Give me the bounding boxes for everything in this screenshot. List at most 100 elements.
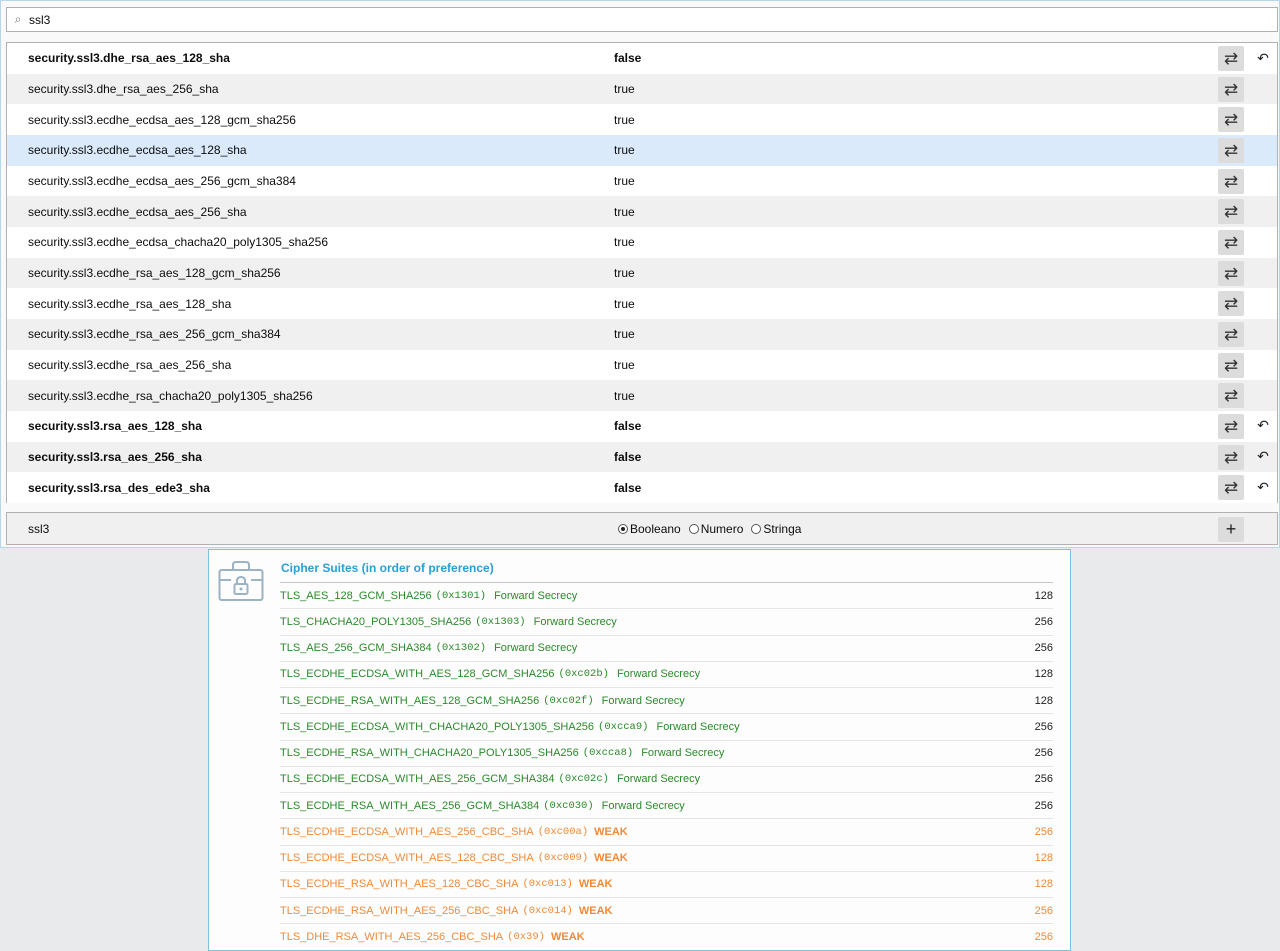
cipher-suite-row: TLS_AES_128_GCM_SHA256 (0x1301) Forward Se… (280, 583, 1053, 610)
add-button[interactable]: + (1218, 517, 1244, 542)
pref-value: true (614, 143, 635, 158)
toggle-button[interactable]: ⇄ (1218, 199, 1244, 225)
toggle-icon: ⇄ (1223, 232, 1239, 252)
toggle-button[interactable]: ⇄ (1218, 291, 1244, 317)
pref-row[interactable]: security.ssl3.ecdhe_rsa_aes_128_sha true ⇄ (7, 288, 1277, 319)
pref-row[interactable]: security.ssl3.ecdhe_ecdsa_aes_256_sha tru… (7, 196, 1277, 227)
radio-label: Booleano (630, 521, 681, 536)
suite-name: TLS_ECDHE_RSA_WITH_AES_128_GCM_SHA256 (280, 694, 540, 707)
reset-icon: ↶ (1257, 448, 1269, 465)
toggle-button[interactable]: ⇄ (1218, 475, 1244, 501)
suite-name: TLS_ECDHE_RSA_WITH_AES_128_CBC_SHA (280, 878, 519, 891)
suite-code: (0xc009) (537, 852, 589, 865)
cipher-suite-row: TLS_ECDHE_RSA_WITH_AES_256_GCM_SHA384 (0x… (280, 793, 1053, 820)
pref-row[interactable]: security.ssl3.rsa_aes_128_sha false ⇄ ↶ (7, 410, 1277, 442)
suite-code: (0xc030) (543, 799, 594, 812)
suite-name: TLS_CHACHA20_POLY1305_SHA256 (280, 615, 472, 628)
cipher-suite-row: TLS_ECDHE_ECDSA_WITH_CHACHA20_POLY1305_S… (280, 714, 1053, 741)
pref-row[interactable]: security.ssl3.rsa_des_ede3_sha false ⇄ ↶ (7, 472, 1277, 503)
toggle-button[interactable]: ⇄ (1218, 229, 1244, 255)
toggle-button[interactable]: ⇄ (1218, 76, 1244, 102)
toggle-button[interactable]: ⇄ (1218, 137, 1244, 163)
toggle-button[interactable]: ⇄ (1218, 46, 1244, 71)
pref-value: true (614, 327, 635, 342)
type-radio-booleano[interactable]: Booleano (618, 522, 681, 536)
suite-code: (0xc02c) (558, 773, 609, 786)
key-bits: 256 (1034, 615, 1053, 628)
pref-value: true (614, 112, 635, 127)
pref-value: true (614, 173, 635, 188)
reset-button[interactable]: ↶ (1254, 49, 1272, 67)
reset-icon: ↶ (1257, 417, 1269, 434)
suite-name: TLS_DHE_RSA_WITH_AES_256_CBC_SHA (280, 931, 504, 944)
toggle-button[interactable]: ⇄ (1218, 444, 1244, 470)
key-bits: 128 (1034, 694, 1053, 707)
pref-row[interactable]: security.ssl3.ecdhe_rsa_aes_128_gcm_sha2… (7, 257, 1277, 289)
suite-tag: WEAK (578, 904, 613, 917)
cipher-suite-row: TLS_CHACHA20_POLY1305_SHA256 (0x1303) Forw… (280, 609, 1053, 636)
pref-name: security.ssl3.rsa_des_ede3_sha (28, 480, 210, 495)
cipher-suite-row: TLS_ECDHE_RSA_WITH_AES_128_GCM_SHA256 (0x… (280, 688, 1053, 715)
suite-code: (0x1303) (475, 615, 526, 628)
search-input[interactable] (29, 12, 1229, 27)
pref-row[interactable]: security.ssl3.ecdhe_rsa_aes_256_sha true ⇄ (7, 349, 1277, 381)
search-box[interactable]: ⌕ (6, 7, 1278, 32)
toggle-button[interactable]: ⇄ (1218, 260, 1244, 286)
key-bits: 128 (1034, 668, 1053, 681)
toggle-icon: ⇄ (1223, 386, 1239, 406)
cipher-suite-row: TLS_ECDHE_RSA_WITH_AES_128_CBC_SHA (0xc01… (280, 872, 1053, 898)
toggle-button[interactable]: ⇄ (1218, 168, 1244, 194)
toggle-icon: ⇄ (1223, 263, 1239, 283)
pref-row[interactable]: security.ssl3.ecdhe_ecdsa_chacha20_poly1… (7, 226, 1277, 258)
suite-code: (0xc02b) (558, 668, 609, 681)
pref-row[interactable]: security.ssl3.ecdhe_ecdsa_aes_128_sha tru… (7, 134, 1277, 166)
toggle-icon: ⇄ (1223, 416, 1239, 436)
suite-code: (0x1301) (435, 589, 487, 602)
toggle-button[interactable]: ⇄ (1218, 413, 1244, 439)
key-bits: 256 (1034, 773, 1053, 786)
suite-code: (0x1302) (435, 642, 487, 655)
toggle-icon: ⇄ (1223, 79, 1239, 99)
type-radio-numero[interactable]: Numero (688, 522, 743, 536)
pref-row[interactable]: security.ssl3.ecdhe_ecdsa_aes_256_gcm_sh… (7, 165, 1277, 197)
toggle-icon: ⇄ (1223, 355, 1239, 375)
toggle-button[interactable]: ⇄ (1218, 383, 1244, 409)
radio-label: Stringa (763, 521, 802, 536)
cipher-suite-row: TLS_AES_256_GCM_SHA384 (0x1302) Forward Se… (280, 636, 1053, 662)
key-bits: 256 (1034, 825, 1053, 838)
pref-value: true (614, 81, 635, 96)
pref-row[interactable]: security.ssl3.ecdhe_rsa_aes_256_gcm_sha3… (7, 318, 1277, 350)
radio-circle (751, 523, 762, 534)
toggle-icon: ⇄ (1223, 49, 1239, 68)
toggle-button[interactable]: ⇄ (1218, 352, 1244, 378)
pref-value: true (614, 265, 635, 280)
cipher-suite-list: TLS_AES_128_GCM_SHA256 (0x1301) Forward Se… (280, 583, 1053, 951)
suite-tag: Forward Secrecy (641, 747, 725, 760)
pref-name: security.ssl3.ecdhe_ecdsa_chacha20_poly1… (28, 235, 328, 250)
pref-row[interactable]: security.ssl3.dhe_rsa_aes_128_sha false ⇄ ↶ (7, 43, 1277, 74)
pref-value: false (614, 419, 642, 434)
cipher-suites-title: Cipher Suites (in order of preference) (281, 561, 494, 575)
type-radio-stringa[interactable]: Stringa (751, 522, 801, 536)
suite-code: (0xc013) (522, 878, 573, 891)
reset-button[interactable]: ↶ (1254, 417, 1272, 435)
pref-name: security.ssl3.rsa_aes_256_sha (28, 449, 202, 464)
toggle-button[interactable]: ⇄ (1218, 107, 1244, 133)
toggle-icon: ⇄ (1223, 324, 1239, 344)
pref-name: security.ssl3.ecdhe_rsa_chacha20_poly130… (28, 388, 313, 403)
pref-row[interactable]: security.ssl3.rsa_aes_256_sha false ⇄ ↶ (7, 441, 1277, 473)
suite-name: TLS_ECDHE_ECDSA_WITH_AES_256_CBC_SHA (280, 825, 534, 838)
suite-tag: Forward Secrecy (533, 615, 617, 628)
reset-icon: ↶ (1257, 478, 1269, 495)
pref-name: security.ssl3.dhe_rsa_aes_128_sha (28, 51, 230, 66)
pref-name: security.ssl3.ecdhe_rsa_aes_128_sha (28, 296, 232, 311)
pref-row[interactable]: security.ssl3.ecdhe_rsa_chacha20_poly130… (7, 380, 1277, 411)
radio-circle (688, 523, 699, 534)
reset-button[interactable]: ↶ (1254, 478, 1272, 496)
suite-name: TLS_ECDHE_RSA_WITH_CHACHA20_POLY1305_SHA… (280, 747, 579, 760)
pref-row[interactable]: security.ssl3.ecdhe_ecdsa_aes_128_gcm_sh… (7, 104, 1277, 135)
toggle-icon: ⇄ (1223, 171, 1239, 191)
toggle-button[interactable]: ⇄ (1218, 321, 1244, 347)
reset-button[interactable]: ↶ (1254, 448, 1272, 466)
pref-row[interactable]: security.ssl3.dhe_rsa_aes_256_sha true ⇄ (7, 73, 1277, 105)
